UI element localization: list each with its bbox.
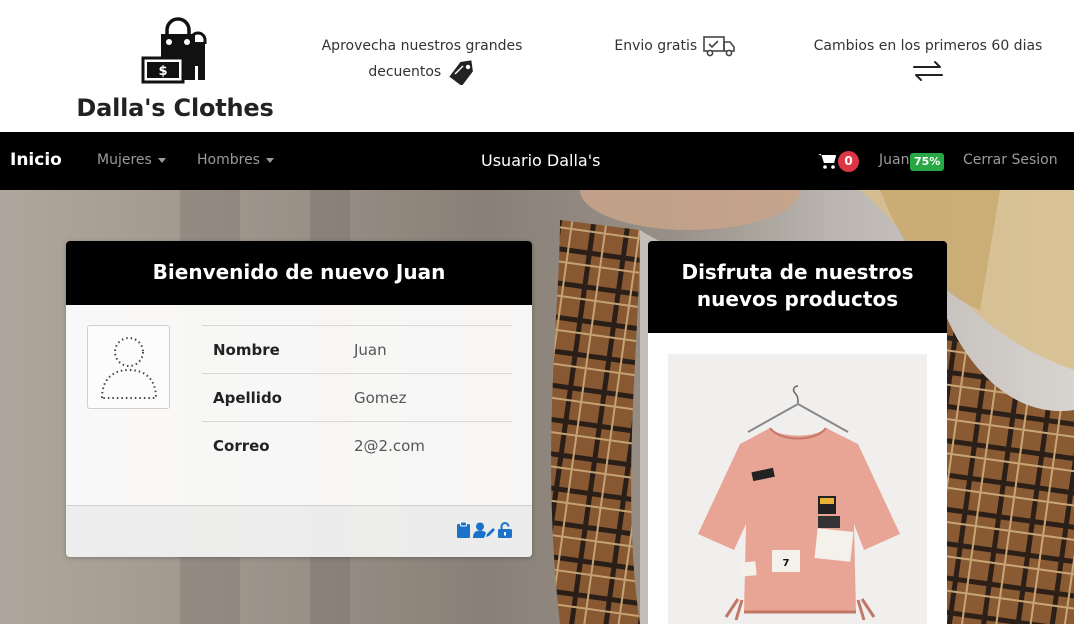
info-value-nombre: Juan <box>354 325 512 374</box>
product-image[interactable]: 7 <box>668 354 927 624</box>
user-info-table: Nombre Juan Apellido Gomez Correo 2@2.co… <box>202 325 512 470</box>
promo-returns: Cambios en los primeros 60 dias <box>812 34 1044 84</box>
user-placeholder-icon <box>100 337 158 399</box>
logout-link[interactable]: Cerrar Sesion <box>963 152 1058 168</box>
nav-men-label: Hombres <box>197 152 260 168</box>
delivery-truck-icon <box>702 36 735 57</box>
top-banner: $ Dalla's Clothes Aprovecha nuestros gra… <box>0 0 1074 132</box>
table-row: Apellido Gomez <box>202 373 512 422</box>
nav-center-title: Usuario Dalla's <box>481 151 601 170</box>
avatar <box>87 325 170 409</box>
brand-name: Dalla's Clothes <box>76 94 274 122</box>
info-label-apellido: Apellido <box>202 373 354 422</box>
welcome-card-title: Bienvenido de nuevo Juan <box>66 241 532 305</box>
info-value-correo: 2@2.com <box>354 421 512 470</box>
svg-text:$: $ <box>158 64 167 79</box>
price-tag-icon <box>449 60 473 87</box>
promo-deals: Aprovecha nuestros grandes decuentos <box>312 34 532 87</box>
chevron-down-icon <box>157 157 166 163</box>
nav-men-dropdown[interactable]: Hombres <box>197 152 274 168</box>
svg-text:7: 7 <box>783 558 790 569</box>
product-card-title: Disfruta de nuestros nuevos productos <box>648 241 947 333</box>
table-row: Nombre Juan <box>202 325 512 374</box>
nav-home-link[interactable]: Inicio <box>10 150 62 170</box>
cart-count-badge: 0 <box>838 151 859 172</box>
exchange-arrows-icon <box>913 61 943 81</box>
info-label-correo: Correo <box>202 421 354 470</box>
unlock-icon[interactable] <box>498 522 512 538</box>
clipboard-icon[interactable] <box>457 522 470 538</box>
user-edit-icon[interactable] <box>473 522 495 538</box>
promo-shipping: Envio gratis <box>600 34 750 59</box>
info-label-nombre: Nombre <box>202 325 354 374</box>
nav-women-label: Mujeres <box>97 152 152 168</box>
brand[interactable]: $ Dalla's Clothes <box>72 12 278 122</box>
main-navbar: Inicio Mujeres Hombres Usuario Dalla's 0… <box>0 132 1074 190</box>
user-progress-badge: 75% <box>910 153 945 171</box>
promo-deals-text: Aprovecha nuestros grandes decuentos <box>321 38 523 80</box>
table-row: Correo 2@2.com <box>202 421 512 470</box>
welcome-card-footer <box>66 505 532 557</box>
nav-women-dropdown[interactable]: Mujeres <box>97 152 166 168</box>
promo-returns-text: Cambios en los primeros 60 dias <box>813 38 1043 54</box>
pink-blouse-icon: 7 <box>698 385 900 621</box>
chevron-down-icon <box>265 157 274 163</box>
welcome-card: Bienvenido de nuevo Juan Nombre Juan Ape… <box>66 241 532 557</box>
shopping-bag-money-icon: $ <box>141 17 207 84</box>
product-card: Disfruta de nuestros nuevos productos 7 <box>648 241 947 624</box>
info-value-apellido: Gomez <box>354 373 512 422</box>
nav-user-link[interactable]: Juan <box>879 152 909 168</box>
promo-shipping-text: Envio gratis <box>614 38 698 54</box>
shopping-cart-icon[interactable] <box>818 153 837 169</box>
footer-actions <box>457 522 512 538</box>
